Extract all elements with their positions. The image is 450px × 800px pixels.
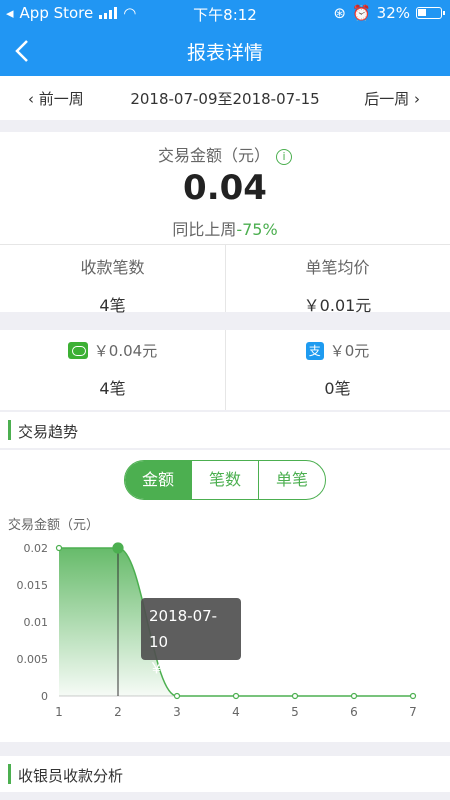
y-tick-label: 0.01 [24,616,49,629]
tooltip-date: 2018-07-10 [149,607,218,651]
chart-tooltip: 2018-07-10 ￥0.02 [141,598,241,677]
section-title: 收银员收款分析 [18,767,124,785]
section-marker [8,764,11,784]
data-point [55,544,63,552]
x-tick-label: 5 [291,705,299,719]
x-tick-label: 3 [173,705,181,719]
data-point [112,542,124,554]
y-tick-label: 0.015 [17,579,49,592]
data-point [232,692,240,700]
y-tick-label: 0.005 [17,653,49,666]
x-tick-label: 1 [55,705,63,719]
x-tick-label: 2 [114,705,122,719]
y-tick-label: 0.02 [24,542,49,555]
x-tick-label: 6 [350,705,358,719]
x-tick-label: 7 [409,705,417,719]
data-point [350,692,358,700]
cashier-section-header: 收银员收款分析 [0,756,450,792]
data-point [173,692,181,700]
x-tick-label: 4 [232,705,240,719]
y-tick-label: 0 [41,690,48,703]
tooltip-value: ￥0.02 [149,659,198,677]
data-point [409,692,417,700]
data-point [291,692,299,700]
